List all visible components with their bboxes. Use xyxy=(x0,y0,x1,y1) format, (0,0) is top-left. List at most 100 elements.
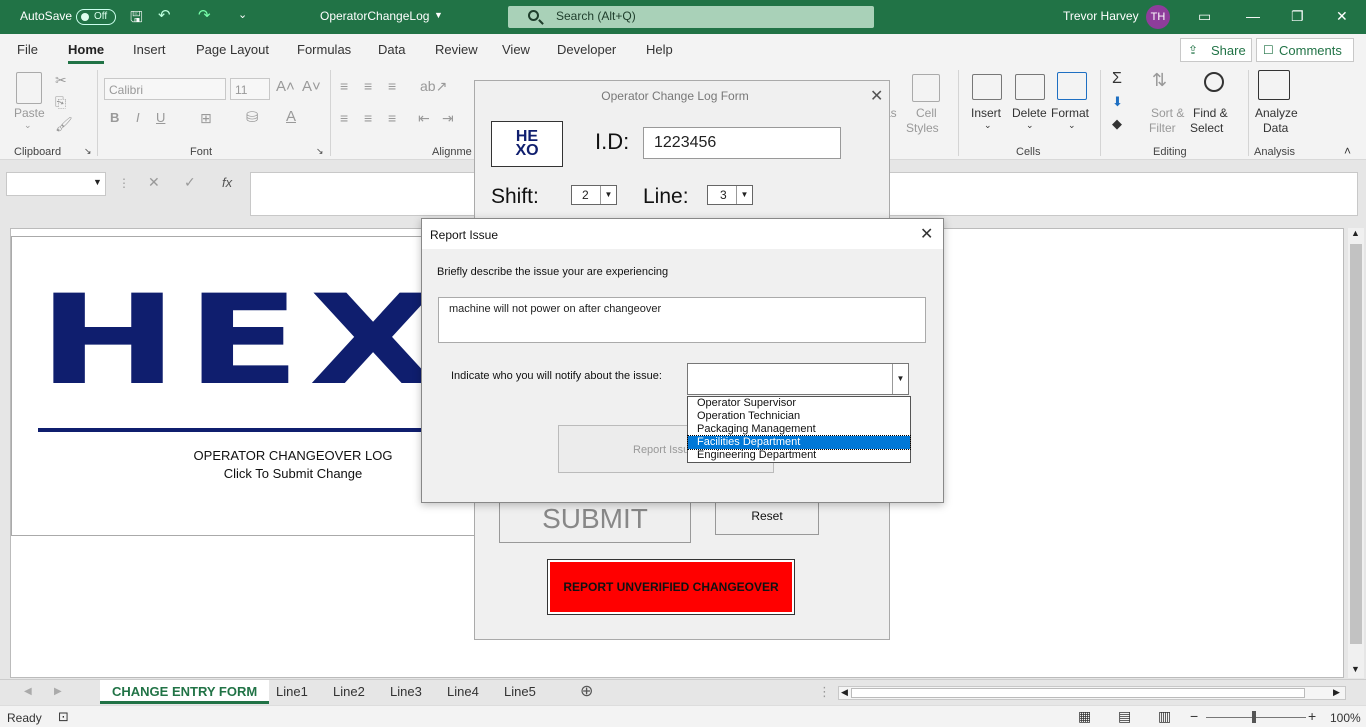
format-cells-icon[interactable] xyxy=(1057,72,1087,100)
undo-icon[interactable]: ↶ xyxy=(158,6,171,24)
option-operation-technician[interactable]: Operation Technician xyxy=(688,410,910,423)
font-name-box[interactable]: Calibri xyxy=(104,78,226,100)
sheet-tab-line5[interactable]: Line5 xyxy=(504,684,536,699)
zoom-slider-thumb[interactable] xyxy=(1252,711,1256,723)
report-unverified-changeover-button[interactable]: REPORT UNVERIFIED CHANGEOVER xyxy=(547,559,795,615)
paste-icon[interactable] xyxy=(16,72,42,104)
sort-filter-label-1[interactable]: Sort & xyxy=(1151,106,1184,120)
tab-split-grip-icon[interactable]: ⋮ xyxy=(818,684,831,700)
underline-icon[interactable]: U xyxy=(156,110,165,125)
increase-indent-icon[interactable]: ⇥ xyxy=(442,110,454,127)
name-box-chevron-icon[interactable]: ▼ xyxy=(93,177,102,187)
analyze-data-label-2[interactable]: Data xyxy=(1263,121,1288,135)
tab-developer[interactable]: Developer xyxy=(557,42,616,57)
italic-icon[interactable]: I xyxy=(136,110,140,125)
insert-function-icon[interactable]: fx xyxy=(222,175,232,190)
font-color-icon[interactable]: A xyxy=(286,108,296,125)
tab-data[interactable]: Data xyxy=(378,42,405,57)
find-select-label-1[interactable]: Find & xyxy=(1193,106,1228,120)
format-cells-label[interactable]: Format xyxy=(1051,106,1089,120)
tab-file[interactable]: File xyxy=(17,42,38,57)
cancel-entry-icon[interactable]: ✕ xyxy=(148,174,160,191)
format-chevron-icon[interactable]: ⌄ xyxy=(1068,120,1076,131)
zoom-slider[interactable] xyxy=(1206,717,1306,718)
add-sheet-icon[interactable]: ⊕ xyxy=(580,681,593,701)
avatar[interactable]: TH xyxy=(1146,5,1170,29)
sheet-tab-line1[interactable]: Line1 xyxy=(276,684,308,699)
horizontal-scroll-thumb[interactable] xyxy=(851,688,1305,698)
horizontal-scrollbar[interactable]: ◀ ▶ xyxy=(838,686,1346,700)
tab-help[interactable]: Help xyxy=(646,42,673,57)
id-input[interactable]: 1223456 xyxy=(643,127,841,159)
paste-label[interactable]: Paste xyxy=(14,106,45,120)
align-bottom-icon[interactable]: ≡ xyxy=(388,78,396,94)
zoom-out-icon[interactable]: − xyxy=(1190,708,1198,724)
sheet-tab-line2[interactable]: Line2 xyxy=(333,684,365,699)
tab-view[interactable]: View xyxy=(502,42,530,57)
find-select-label-2[interactable]: Select xyxy=(1190,121,1223,135)
sheet-tab-line3[interactable]: Line3 xyxy=(390,684,422,699)
scroll-down-icon[interactable]: ▼ xyxy=(1351,664,1360,674)
sort-filter-label-2[interactable]: Filter xyxy=(1149,121,1176,135)
clear-icon[interactable]: ◆ xyxy=(1112,116,1122,132)
prev-sheet-icon[interactable]: ◀ xyxy=(24,686,32,697)
operator-form-close-icon[interactable]: ✕ xyxy=(870,86,883,106)
name-box[interactable]: ▼ xyxy=(6,172,106,196)
macro-record-icon[interactable]: ⊡ xyxy=(58,709,69,725)
tab-review[interactable]: Review xyxy=(435,42,478,57)
redo-icon[interactable]: ↷ xyxy=(198,6,211,24)
font-launcher-icon[interactable]: ↘ xyxy=(316,146,324,157)
analyze-data-label-1[interactable]: Analyze xyxy=(1255,106,1298,120)
increase-font-icon[interactable]: A˄ xyxy=(276,78,295,95)
search-box[interactable]: Search (Alt+Q) xyxy=(508,6,874,28)
option-operator-supervisor[interactable]: Operator Supervisor xyxy=(688,397,910,410)
analyze-data-icon[interactable] xyxy=(1258,70,1290,100)
close-window-icon[interactable]: ✕ xyxy=(1336,8,1348,25)
ribbon-display-icon[interactable]: ▭ xyxy=(1198,8,1211,25)
borders-icon[interactable]: ⊞ xyxy=(200,110,212,127)
align-right-icon[interactable]: ≡ xyxy=(388,110,396,126)
clipboard-launcher-icon[interactable]: ↘ xyxy=(84,146,92,157)
issue-description-input[interactable]: machine will not power on after changeov… xyxy=(438,297,926,343)
cell-styles-label-2[interactable]: Styles xyxy=(906,121,939,135)
minimize-icon[interactable]: — xyxy=(1246,8,1260,24)
copy-icon[interactable]: ⎘ xyxy=(55,94,66,111)
scroll-up-icon[interactable]: ▲ xyxy=(1351,228,1360,238)
fill-icon[interactable]: ⬇ xyxy=(1112,94,1123,110)
notify-select[interactable]: ▼ xyxy=(687,363,909,395)
bold-icon[interactable]: B xyxy=(110,110,119,125)
fill-color-icon[interactable]: ⛁ xyxy=(246,108,259,126)
save-icon[interactable]: 🖫 xyxy=(130,7,143,32)
align-middle-icon[interactable]: ≡ xyxy=(364,78,372,94)
decrease-indent-icon[interactable]: ⇤ xyxy=(418,110,430,127)
page-layout-view-icon[interactable]: ▤ xyxy=(1118,708,1131,725)
cell-styles-icon[interactable] xyxy=(912,74,940,102)
orientation-icon[interactable]: ab↗ xyxy=(420,78,447,95)
vertical-scroll-thumb[interactable] xyxy=(1350,244,1362,644)
line-select[interactable]: 3 ▼ xyxy=(707,185,753,205)
paste-chevron-icon[interactable]: ⌄ xyxy=(24,120,32,131)
autosave-toggle[interactable]: Off xyxy=(76,9,116,25)
autosum-icon[interactable]: Σ xyxy=(1112,70,1122,88)
scroll-right-icon[interactable]: ▶ xyxy=(1333,687,1340,698)
sheet-tab-line4[interactable]: Line4 xyxy=(447,684,479,699)
zoom-level[interactable]: 100% xyxy=(1330,711,1361,725)
insert-cells-icon[interactable] xyxy=(972,74,1002,100)
scroll-left-icon[interactable]: ◀ xyxy=(841,687,848,698)
option-facilities-department[interactable]: Facilities Department xyxy=(687,435,911,450)
tab-formulas[interactable]: Formulas xyxy=(297,42,351,57)
align-left-icon[interactable]: ≡ xyxy=(340,110,348,126)
normal-view-icon[interactable]: ▦ xyxy=(1078,708,1091,725)
next-sheet-icon[interactable]: ▶ xyxy=(54,686,62,697)
cell-styles-label-1[interactable]: Cell xyxy=(916,106,937,120)
tab-home[interactable]: Home xyxy=(68,42,105,64)
dialog-close-icon[interactable]: ✕ xyxy=(920,224,933,244)
collapse-ribbon-icon[interactable]: ˄ xyxy=(1344,144,1351,158)
font-size-box[interactable]: 11 xyxy=(230,78,270,100)
decrease-font-icon[interactable]: A˅ xyxy=(302,78,321,95)
file-name-chevron-icon[interactable]: ▼ xyxy=(434,10,443,20)
file-name[interactable]: OperatorChangeLog xyxy=(320,9,429,23)
sort-filter-icon[interactable]: ⇅ xyxy=(1152,70,1167,91)
confirm-entry-icon[interactable]: ✓ xyxy=(184,174,196,191)
insert-chevron-icon[interactable]: ⌄ xyxy=(984,120,992,131)
